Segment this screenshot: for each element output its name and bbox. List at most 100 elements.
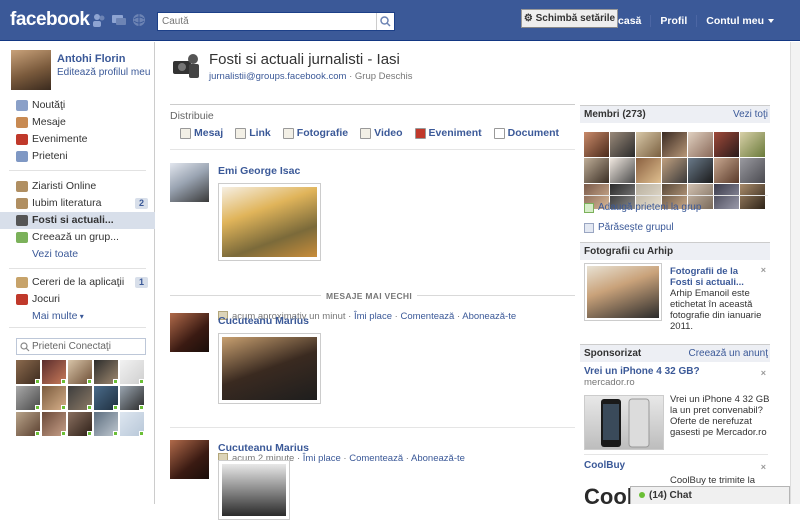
chat-bar[interactable]: (14) Chat xyxy=(630,486,790,504)
notifications-globe-icon[interactable] xyxy=(131,12,147,28)
online-friend-avatar[interactable] xyxy=(42,412,66,436)
composer-status-button[interactable]: Mesaj xyxy=(180,127,223,139)
nav-item-label: Noutăţi xyxy=(32,99,66,111)
online-friend-avatar[interactable] xyxy=(16,412,40,436)
friend-requests-icon[interactable] xyxy=(91,12,107,28)
online-friend-avatar[interactable] xyxy=(120,360,144,384)
composer-document-button[interactable]: Document xyxy=(493,127,559,139)
composer-event-button[interactable]: Eveniment xyxy=(414,127,482,139)
nav-item-create-group[interactable]: Creează un grup... xyxy=(0,229,155,246)
account-menu[interactable]: Contul meu xyxy=(696,15,783,27)
post-photo[interactable] xyxy=(218,460,290,520)
composer-video-button[interactable]: Video xyxy=(360,127,403,139)
nav-item-friends[interactable]: Prieteni xyxy=(0,148,155,165)
member-avatar[interactable] xyxy=(714,184,739,209)
member-avatar[interactable] xyxy=(584,132,609,157)
post-photo[interactable] xyxy=(218,333,321,404)
online-friend-avatar[interactable] xyxy=(94,386,118,410)
group-email-link[interactable]: jurnalistii@groups.facebook.com xyxy=(209,71,346,82)
follow-post-link[interactable]: Abonează-te xyxy=(462,311,516,322)
profile-link[interactable]: Profil xyxy=(650,15,696,27)
more-apps-link[interactable]: Mai multe ▾ xyxy=(0,308,155,325)
close-icon[interactable]: × xyxy=(761,462,766,472)
nav-item-news-feed[interactable]: Noutăţi xyxy=(0,97,155,114)
member-avatar[interactable] xyxy=(688,158,713,183)
nav-item-messages[interactable]: Mesaje xyxy=(0,114,155,131)
online-friend-avatar[interactable] xyxy=(42,360,66,384)
photos-of-header: Fotografii cu Arhip xyxy=(580,242,770,260)
online-friend-avatar[interactable] xyxy=(68,360,92,384)
member-avatar[interactable] xyxy=(688,132,713,157)
member-avatar[interactable] xyxy=(610,158,635,183)
comment-link[interactable]: Comentează xyxy=(400,311,454,322)
see-all-members-link[interactable]: Vezi toţi xyxy=(733,106,768,123)
change-settings-button[interactable]: ⚙ Schimbă setările xyxy=(521,9,618,28)
search-button[interactable] xyxy=(376,13,394,30)
edit-profile-link[interactable]: Editează profilul meu xyxy=(57,67,150,78)
post-author-avatar[interactable] xyxy=(170,163,209,202)
nav-item-games[interactable]: Jocuri xyxy=(0,291,155,308)
post-author-avatar[interactable] xyxy=(170,313,209,352)
post-photo[interactable] xyxy=(218,183,321,261)
member-avatar[interactable] xyxy=(636,158,661,183)
member-avatar[interactable] xyxy=(740,158,765,183)
like-link[interactable]: Îmi place xyxy=(303,453,341,464)
online-friend-avatar[interactable] xyxy=(42,386,66,410)
page-scrollbar[interactable] xyxy=(790,42,800,504)
account-label: Contul meu xyxy=(706,15,764,27)
search-input[interactable]: Caută xyxy=(157,12,395,31)
like-link[interactable]: Îmi place xyxy=(354,311,392,322)
comment-link[interactable]: Comentează xyxy=(349,453,403,464)
close-icon[interactable]: × xyxy=(761,368,766,378)
ad-image[interactable] xyxy=(584,395,664,450)
online-friend-avatar[interactable] xyxy=(16,360,40,384)
nav-item-app-requests[interactable]: Cereri de la aplicaţii 1 xyxy=(0,274,155,291)
avatar[interactable] xyxy=(11,50,51,90)
online-friend-avatar[interactable] xyxy=(94,360,118,384)
facebook-logo[interactable]: facebook xyxy=(10,9,90,31)
online-friends-search-input[interactable]: Prieteni Conectaţi xyxy=(16,338,146,355)
event-icon xyxy=(414,128,426,139)
leave-group-link[interactable]: Părăseşte grupul xyxy=(584,222,674,233)
member-avatar[interactable] xyxy=(740,132,765,157)
member-avatar[interactable] xyxy=(636,132,661,157)
nav-item-events[interactable]: Evenimente xyxy=(0,131,155,148)
post-author-avatar[interactable] xyxy=(170,440,209,479)
nav-item-group-fosti-selected[interactable]: Fosti si actuali... xyxy=(0,212,155,229)
online-friend-avatar[interactable] xyxy=(120,386,144,410)
member-avatar[interactable] xyxy=(662,132,687,157)
member-avatar[interactable] xyxy=(662,158,687,183)
post-author-name[interactable]: Emi George Isac xyxy=(218,165,300,177)
post-author-name[interactable]: Cucuteanu Marius xyxy=(218,315,309,327)
sponsored-header: Sponsorizat Creează un anunţ xyxy=(580,344,770,362)
nav-item-label: Creează un grup... xyxy=(32,231,119,243)
nav-item-group-ziaristi[interactable]: Ziaristi Online xyxy=(0,178,155,195)
ad-title[interactable]: CoolBuy xyxy=(584,460,768,471)
create-ad-link[interactable]: Creează un anunţ xyxy=(688,345,768,362)
member-avatar[interactable] xyxy=(584,158,609,183)
member-avatar[interactable] xyxy=(610,132,635,157)
ad-source[interactable]: mercador.ro xyxy=(584,377,768,388)
online-friend-avatar[interactable] xyxy=(68,412,92,436)
tagged-photo-thumbnail[interactable] xyxy=(584,263,662,321)
messages-icon[interactable] xyxy=(111,12,127,28)
member-avatar[interactable] xyxy=(714,158,739,183)
ad-title[interactable]: Vrei un iPhone 4 32 GB? xyxy=(584,366,768,377)
online-friend-avatar[interactable] xyxy=(16,386,40,410)
nav-item-group-literatura[interactable]: Iubim literatura 2 xyxy=(0,195,155,212)
online-friend-avatar[interactable] xyxy=(68,386,92,410)
group-icon xyxy=(16,198,28,209)
post-author-name[interactable]: Cucuteanu Marius xyxy=(218,442,309,454)
add-friends-to-group-link[interactable]: Adaugă prieteni la grup xyxy=(584,202,701,213)
follow-post-link[interactable]: Abonează-te xyxy=(411,453,465,464)
composer-photo-button[interactable]: Fotografie xyxy=(282,127,348,139)
close-icon[interactable]: × xyxy=(761,265,766,275)
online-friend-avatar[interactable] xyxy=(120,412,144,436)
composer-link-button[interactable]: Link xyxy=(235,127,271,139)
member-avatar[interactable] xyxy=(714,132,739,157)
tagged-photo-title[interactable]: Fotografii de la Fosti si actuali... xyxy=(670,266,762,288)
see-all-groups-link[interactable]: Vezi toate xyxy=(0,246,155,263)
member-avatar[interactable] xyxy=(740,184,765,209)
online-friend-avatar[interactable] xyxy=(94,412,118,436)
profile-name[interactable]: Antohi Florin xyxy=(57,53,125,65)
